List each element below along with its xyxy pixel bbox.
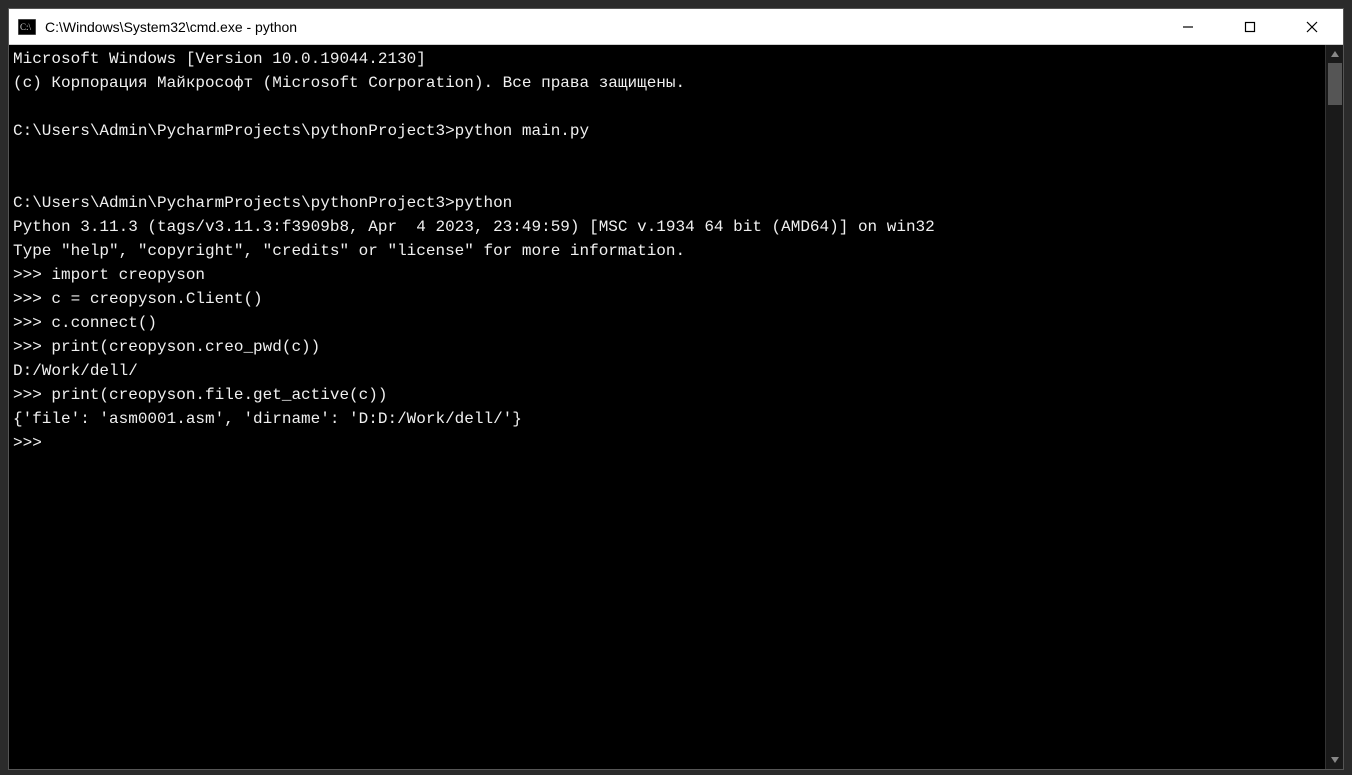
cmd-icon: C:\	[17, 17, 37, 37]
close-button[interactable]	[1281, 9, 1343, 44]
window-controls	[1157, 9, 1343, 44]
terminal-line: >>> print(creopyson.file.get_active(c))	[13, 383, 1321, 407]
scroll-up-arrow[interactable]	[1326, 45, 1343, 63]
title-bar[interactable]: C:\ C:\Windows\System32\cmd.exe - python	[9, 9, 1343, 45]
window-title: C:\Windows\System32\cmd.exe - python	[45, 19, 1157, 35]
terminal-line: >>> c.connect()	[13, 311, 1321, 335]
terminal-line: {'file': 'asm0001.asm', 'dirname': 'D:D:…	[13, 407, 1321, 431]
terminal-area[interactable]: Microsoft Windows [Version 10.0.19044.21…	[9, 45, 1343, 769]
terminal-line: >>>	[13, 431, 1321, 455]
terminal-line	[13, 95, 1321, 119]
terminal-line: Type "help", "copyright", "credits" or "…	[13, 239, 1321, 263]
svg-text:C:\: C:\	[20, 22, 32, 32]
terminal-line: Python 3.11.3 (tags/v3.11.3:f3909b8, Apr…	[13, 215, 1321, 239]
terminal-output[interactable]: Microsoft Windows [Version 10.0.19044.21…	[9, 45, 1325, 769]
scroll-down-arrow[interactable]	[1326, 751, 1343, 769]
terminal-line: C:\Users\Admin\PycharmProjects\pythonPro…	[13, 191, 1321, 215]
maximize-button[interactable]	[1219, 9, 1281, 44]
terminal-line: >>> print(creopyson.creo_pwd(c))	[13, 335, 1321, 359]
cmd-window: C:\ C:\Windows\System32\cmd.exe - python…	[8, 8, 1344, 770]
terminal-line	[13, 167, 1321, 191]
terminal-line	[13, 143, 1321, 167]
minimize-button[interactable]	[1157, 9, 1219, 44]
terminal-line: (c) Корпорация Майкрософт (Microsoft Cor…	[13, 71, 1321, 95]
terminal-line: C:\Users\Admin\PycharmProjects\pythonPro…	[13, 119, 1321, 143]
terminal-line: D:/Work/dell/	[13, 359, 1321, 383]
scrollbar[interactable]	[1325, 45, 1343, 769]
terminal-line: >>> import creopyson	[13, 263, 1321, 287]
terminal-line: >>> c = creopyson.Client()	[13, 287, 1321, 311]
scroll-thumb[interactable]	[1328, 63, 1342, 105]
terminal-line: Microsoft Windows [Version 10.0.19044.21…	[13, 47, 1321, 71]
